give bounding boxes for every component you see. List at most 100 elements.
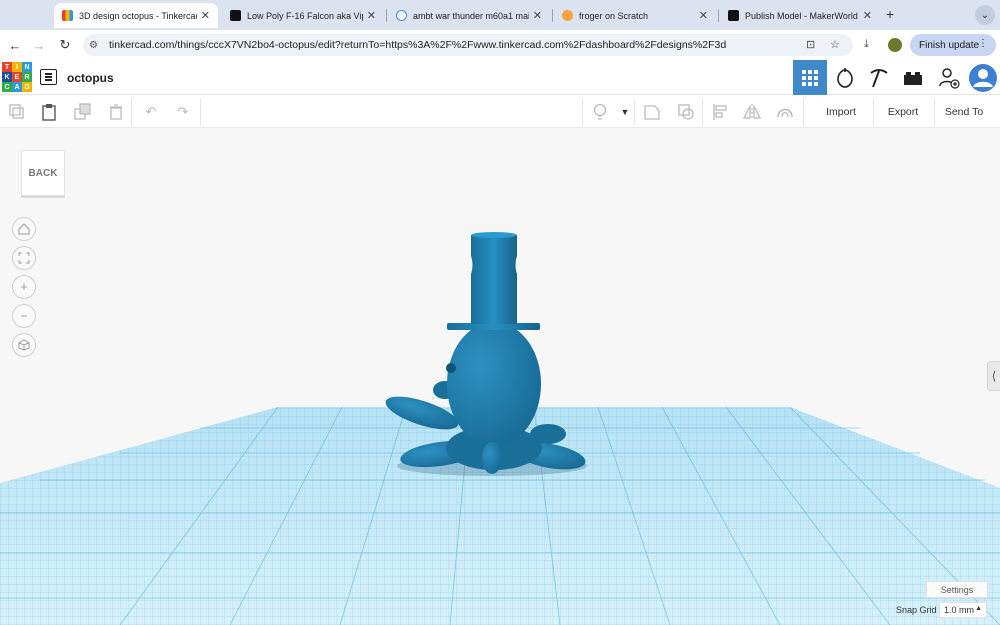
url-bar[interactable]: ⚙ tinkercad.com/things/cccX7VN2bo4-octop…	[83, 34, 853, 56]
close-tab-icon[interactable]: ✕	[201, 9, 210, 22]
design-list-icon[interactable]	[40, 69, 57, 85]
finish-update-button[interactable]: Finish update ⋮	[910, 34, 996, 56]
align-icon[interactable]	[710, 102, 730, 122]
zoom-in-icon[interactable]: +	[12, 275, 36, 299]
fit-view-icon[interactable]	[12, 246, 36, 270]
toolbar-separator	[934, 98, 935, 126]
apple-drop-icon	[837, 67, 853, 88]
tinkercad-logo[interactable]: T I N K E R C A D	[2, 62, 32, 93]
address-toolbar: ← → ↻ ⚙ tinkercad.com/things/cccX7VN2bo4…	[0, 30, 1000, 60]
3d-design-view-button[interactable]	[793, 60, 827, 95]
tab-separator	[718, 9, 719, 22]
tab-scratch[interactable]: froger on Scratch ✕	[554, 3, 716, 28]
minecraft-pickaxe-button[interactable]	[862, 60, 896, 95]
trash-icon[interactable]	[106, 102, 126, 122]
tab-tinkercad[interactable]: 3D design octopus - Tinkercad ✕	[54, 3, 218, 28]
send-to-button[interactable]: Send To	[937, 100, 991, 124]
export-button[interactable]: Export	[876, 100, 930, 124]
mirror-icon[interactable]	[742, 102, 762, 122]
logo-letter: C	[2, 82, 12, 92]
zoom-out-icon[interactable]: −	[12, 304, 36, 328]
logo-letter: T	[2, 62, 12, 72]
bricks-button[interactable]	[896, 60, 930, 95]
lightbulb-icon[interactable]	[590, 102, 610, 122]
tab-separator	[386, 9, 387, 22]
tab-separator	[552, 9, 553, 22]
toolbar-separator	[873, 98, 874, 126]
collapse-panel-chevron-icon[interactable]: ⟨	[987, 361, 1000, 391]
download-icon[interactable]: ⤓	[864, 38, 869, 51]
toolbar-separator	[200, 98, 201, 126]
finish-update-label: Finish update	[919, 39, 980, 51]
paste-icon[interactable]	[39, 102, 59, 122]
bookmark-star-icon[interactable]: ☆	[830, 38, 840, 51]
snap-grid-value: 1.0 mm	[944, 605, 975, 615]
tab-label: Publish Model - MakerWorld	[745, 10, 858, 21]
toolbar-separator	[582, 98, 583, 126]
edit-toolbar: ↶ ↷ ▼ Import Export Send To	[0, 96, 1000, 128]
undo-icon[interactable]: ↶	[141, 102, 161, 122]
tab-label: froger on Scratch	[579, 10, 649, 21]
logo-letter: E	[12, 72, 22, 82]
grid-icon	[802, 69, 818, 86]
tab-search-chevron-icon[interactable]: ⌄	[975, 5, 995, 25]
group-icon[interactable]	[642, 102, 662, 122]
octopus-model[interactable]	[0, 128, 1000, 625]
invite-user-button[interactable]	[932, 60, 966, 95]
url-text: tinkercad.com/things/cccX7VN2bo4-octopus…	[109, 39, 727, 51]
tab-google-search[interactable]: ambt war thunder m60a1 main ✕	[388, 3, 550, 28]
copy-icon[interactable]	[7, 102, 27, 122]
tab-makerworld-publish[interactable]: Publish Model - MakerWorld ✕	[720, 3, 880, 28]
profile-avatar[interactable]	[888, 38, 902, 52]
user-avatar-button[interactable]	[966, 60, 1000, 95]
more-options-icon[interactable]: ⋮	[978, 38, 988, 49]
redo-icon[interactable]: ↷	[173, 102, 193, 122]
logo-letter: D	[22, 82, 32, 92]
makerworld-favicon	[230, 10, 241, 21]
new-tab-button[interactable]: +	[886, 6, 894, 22]
browser-tab-bar: 3D design octopus - Tinkercad ✕ Low Poly…	[0, 0, 1000, 30]
scratch-favicon	[562, 10, 573, 21]
pickaxe-icon	[870, 68, 888, 87]
install-app-icon[interactable]: ⊡	[806, 38, 815, 51]
snap-grid-label: Snap Grid	[896, 605, 937, 615]
forward-arrow-icon[interactable]: →	[30, 36, 48, 54]
logo-letter: A	[12, 82, 22, 92]
logo-letter: R	[22, 72, 32, 82]
add-user-icon	[939, 67, 960, 89]
close-tab-icon[interactable]: ✕	[533, 9, 542, 22]
cruise-icon[interactable]	[775, 102, 795, 122]
toolbar-separator	[634, 98, 635, 126]
site-settings-icon[interactable]: ⚙	[89, 40, 105, 51]
tab-label: Low Poly F-16 Falcon aka Viper	[247, 10, 363, 21]
close-tab-icon[interactable]: ✕	[863, 9, 872, 22]
dropdown-caret-icon[interactable]: ▼	[615, 102, 635, 122]
tab-low-poly-f16[interactable]: Low Poly F-16 Falcon aka Viper ✕	[222, 3, 384, 28]
logo-letter: K	[2, 72, 12, 82]
reload-icon[interactable]: ↻	[56, 36, 74, 54]
caret-up-icon: ▲	[975, 605, 982, 612]
tinkercad-favicon	[62, 10, 73, 21]
back-arrow-icon[interactable]: ←	[6, 36, 24, 54]
settings-button[interactable]: Settings	[926, 581, 988, 598]
logo-letter: I	[12, 62, 22, 72]
toolbar-separator	[803, 98, 804, 126]
user-avatar-icon	[969, 63, 997, 92]
back-button[interactable]: BACK	[21, 150, 65, 196]
toolbar-separator	[131, 98, 132, 126]
snap-grid-select[interactable]: 1.0 mm ▲	[939, 602, 987, 618]
ungroup-icon[interactable]	[676, 102, 696, 122]
home-view-icon[interactable]	[12, 217, 36, 241]
close-tab-icon[interactable]: ✕	[699, 9, 708, 22]
3d-workplane-viewport[interactable]: BACK + − ⟨ Settings Snap Grid 1.0 mm ▲	[0, 128, 1000, 625]
import-button[interactable]: Import	[814, 100, 868, 124]
makerworld-favicon	[728, 10, 739, 21]
sim-lab-button[interactable]	[828, 60, 862, 95]
design-title[interactable]: octopus	[67, 71, 114, 85]
close-tab-icon[interactable]: ✕	[367, 9, 376, 22]
brick-icon	[904, 71, 922, 85]
duplicate-icon[interactable]	[73, 102, 93, 122]
google-favicon	[396, 10, 407, 21]
perspective-toggle-icon[interactable]	[12, 333, 36, 357]
tab-label: 3D design octopus - Tinkercad	[79, 10, 197, 21]
